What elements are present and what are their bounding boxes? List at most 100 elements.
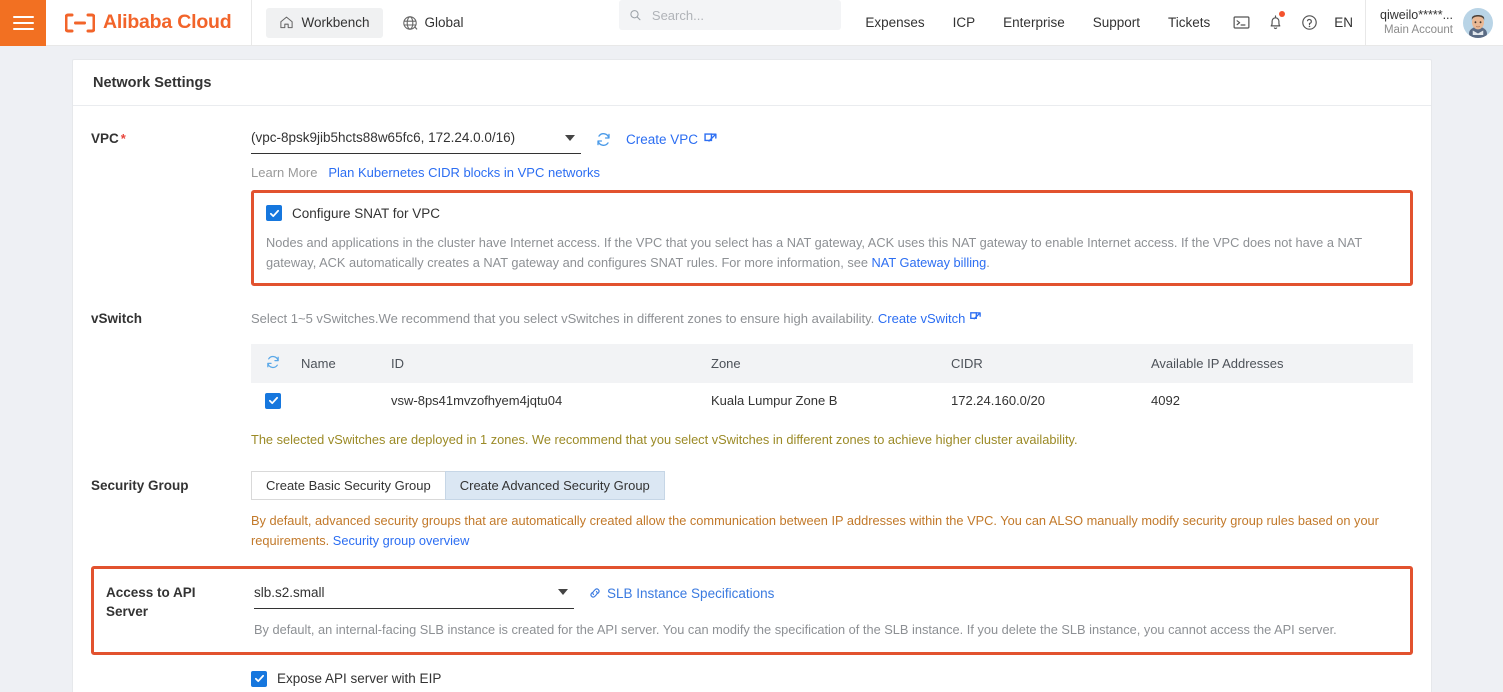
notification-badge-dot: [1279, 10, 1286, 17]
nav-item-global-label: Global: [424, 15, 464, 30]
eip-checkbox-label: Expose API server with EIP: [277, 671, 442, 687]
eip-row: Expose API server with EIP After you ena…: [91, 655, 1413, 692]
network-settings-card: Network Settings VPC * (vpc-8psk9jib5hcts…: [72, 59, 1432, 692]
form-row-vpc: VPC * (vpc-8psk9jib5hcts88w65fc6, 172.24.…: [91, 106, 1413, 183]
api-server-label: Access to API Server: [106, 579, 254, 640]
nav-item-tickets[interactable]: Tickets: [1154, 0, 1224, 46]
brand-name: Alibaba Cloud: [103, 11, 232, 33]
page-title: Network Settings: [73, 60, 1431, 106]
search-box[interactable]: [619, 0, 842, 30]
security-group-body: Create Basic Security Group Create Advan…: [251, 470, 1413, 552]
cell-name: [293, 382, 383, 419]
api-server-description: By default, an internal-facing SLB insta…: [254, 621, 1337, 637]
column-header-available-ips: Available IP Addresses: [1143, 343, 1413, 383]
vswitch-hint: Select 1~5 vSwitches.We recommend that y…: [251, 304, 1413, 334]
globe-icon: [402, 15, 417, 30]
form-row-vswitch: vSwitch Select 1~5 vSwitches.We recommen…: [91, 286, 1413, 449]
vswitch-table-head: Name ID Zone CIDR Available IP Addresses: [251, 343, 1413, 383]
column-header-name: Name: [293, 343, 383, 383]
plan-cidr-link[interactable]: Plan Kubernetes CIDR blocks in VPC netwo…: [328, 165, 600, 180]
search-input[interactable]: [649, 6, 832, 24]
create-vpc-link[interactable]: Create VPC: [626, 132, 698, 147]
table-header-row: Name ID Zone CIDR Available IP Addresses: [251, 343, 1413, 383]
help-button[interactable]: [1292, 0, 1326, 46]
eip-spacer: [91, 671, 251, 692]
create-vswitch-link[interactable]: Create vSwitch: [878, 311, 965, 326]
top-navigation-bar: Alibaba Cloud Workbench Global Ex: [0, 0, 1503, 46]
vpc-body: (vpc-8psk9jib5hcts88w65fc6, 172.24.0.0/1…: [251, 124, 1413, 183]
cell-zone: Kuala Lumpur Zone B: [703, 382, 943, 419]
vswitch-label: vSwitch: [91, 310, 143, 326]
network-settings-form: VPC * (vpc-8psk9jib5hcts88w65fc6, 172.24.…: [73, 106, 1431, 692]
chevron-down-icon: [565, 134, 575, 141]
home-icon: [280, 16, 294, 29]
nav-item-workbench[interactable]: Workbench: [266, 7, 383, 38]
vpc-selected-value: (vpc-8psk9jib5hcts88w65fc6, 172.24.0.0/1…: [251, 130, 516, 145]
api-server-body: slb.s2.small SLB Instance Specifications…: [254, 579, 1396, 640]
slb-spec-select[interactable]: slb.s2.small: [254, 579, 574, 609]
snat-description: Nodes and applications in the cluster ha…: [266, 233, 1398, 273]
notifications-button[interactable]: [1258, 0, 1292, 46]
chevron-down-icon: [558, 589, 568, 596]
api-server-select-row: slb.s2.small SLB Instance Specifications: [254, 579, 1396, 609]
nat-gateway-billing-link[interactable]: NAT Gateway billing: [872, 255, 987, 270]
nav-item-expenses[interactable]: Expenses: [851, 0, 938, 46]
column-header-zone: Zone: [703, 343, 943, 383]
required-asterisk: *: [120, 131, 126, 146]
api-server-label-line2: Server: [106, 604, 149, 620]
create-advanced-security-group-button[interactable]: Create Advanced Security Group: [444, 470, 665, 500]
external-link-icon[interactable]: [703, 132, 718, 147]
external-link-icon[interactable]: [969, 311, 982, 324]
vpc-label: VPC *: [91, 124, 251, 154]
table-refresh-header[interactable]: [251, 343, 293, 383]
row-checkbox-cell[interactable]: [251, 382, 293, 419]
avatar[interactable]: [1463, 7, 1493, 38]
slb-instance-specifications-link[interactable]: SLB Instance Specifications: [607, 586, 774, 601]
nav-item-icp[interactable]: ICP: [939, 0, 990, 46]
security-group-options: Create Basic Security Group Create Advan…: [251, 470, 1413, 500]
terminal-button[interactable]: [1224, 0, 1258, 46]
vpc-select[interactable]: (vpc-8psk9jib5hcts88w65fc6, 172.24.0.0/1…: [251, 124, 581, 154]
learn-more-label: Learn More: [251, 165, 318, 180]
vpc-helper: Learn More Plan Kubernetes CIDR blocks i…: [251, 163, 1413, 183]
nav-item-support[interactable]: Support: [1079, 0, 1154, 46]
slb-spec-link-wrap[interactable]: SLB Instance Specifications: [588, 585, 774, 603]
hamburger-menu-icon[interactable]: [0, 0, 46, 46]
nav-item-enterprise[interactable]: Enterprise: [989, 0, 1079, 46]
slb-spec-selected-value: slb.s2.small: [254, 584, 325, 600]
security-group-overview-link[interactable]: Security group overview: [333, 533, 470, 548]
security-group-label: Security Group: [91, 477, 189, 493]
snat-checkbox[interactable]: [266, 205, 282, 222]
vswitch-body: Select 1~5 vSwitches.We recommend that y…: [251, 304, 1413, 449]
vswitch-hint-text: Select 1~5 vSwitches.We recommend that y…: [251, 310, 875, 326]
nav-item-workbench-label: Workbench: [301, 15, 370, 30]
account-type: Main Account: [1383, 24, 1453, 37]
form-row-security-group: Security Group Create Basic Security Gro…: [91, 449, 1413, 552]
table-row[interactable]: vsw-8ps41mvzofhyem4jqtu04 Kuala Lumpur Z…: [251, 382, 1413, 419]
account-names: qiweilo*****... Main Account: [1380, 8, 1453, 38]
refresh-icon[interactable]: [265, 354, 281, 370]
nav-secondary-items: Expenses ICP Enterprise Support Tickets: [851, 0, 1503, 45]
eip-checkbox[interactable]: [251, 670, 267, 687]
vpc-label-text: VPC: [91, 131, 119, 146]
brand-logo[interactable]: Alibaba Cloud: [46, 0, 251, 45]
language-selector[interactable]: EN: [1326, 0, 1365, 46]
avatar-illustration-icon: [1463, 7, 1493, 38]
column-header-id: ID: [383, 343, 703, 383]
nav-item-global[interactable]: Global: [389, 8, 477, 38]
api-server-highlight-box: Access to API Server slb.s2.small SLB In…: [91, 565, 1413, 655]
account-menu[interactable]: qiweilo*****... Main Account: [1366, 7, 1503, 38]
hamburger-line: [12, 22, 34, 24]
checkmark-icon: [268, 397, 278, 405]
nav-primary-items: Workbench Global: [252, 0, 476, 45]
terminal-icon: [1233, 16, 1250, 29]
page-content-area: Network Settings VPC * (vpc-8psk9jib5hcts…: [0, 46, 1503, 692]
vswitch-row-checkbox[interactable]: [265, 392, 281, 409]
snat-checkbox-row[interactable]: Configure SNAT for VPC: [266, 205, 1398, 222]
snat-checkbox-label: Configure SNAT for VPC: [292, 205, 441, 221]
snat-description-period: .: [986, 254, 990, 270]
eip-checkbox-row[interactable]: Expose API server with EIP: [251, 670, 1413, 687]
refresh-icon[interactable]: [595, 131, 612, 148]
create-basic-security-group-button[interactable]: Create Basic Security Group: [251, 470, 446, 500]
snat-highlight-box: Configure SNAT for VPC Nodes and applica…: [251, 190, 1413, 286]
